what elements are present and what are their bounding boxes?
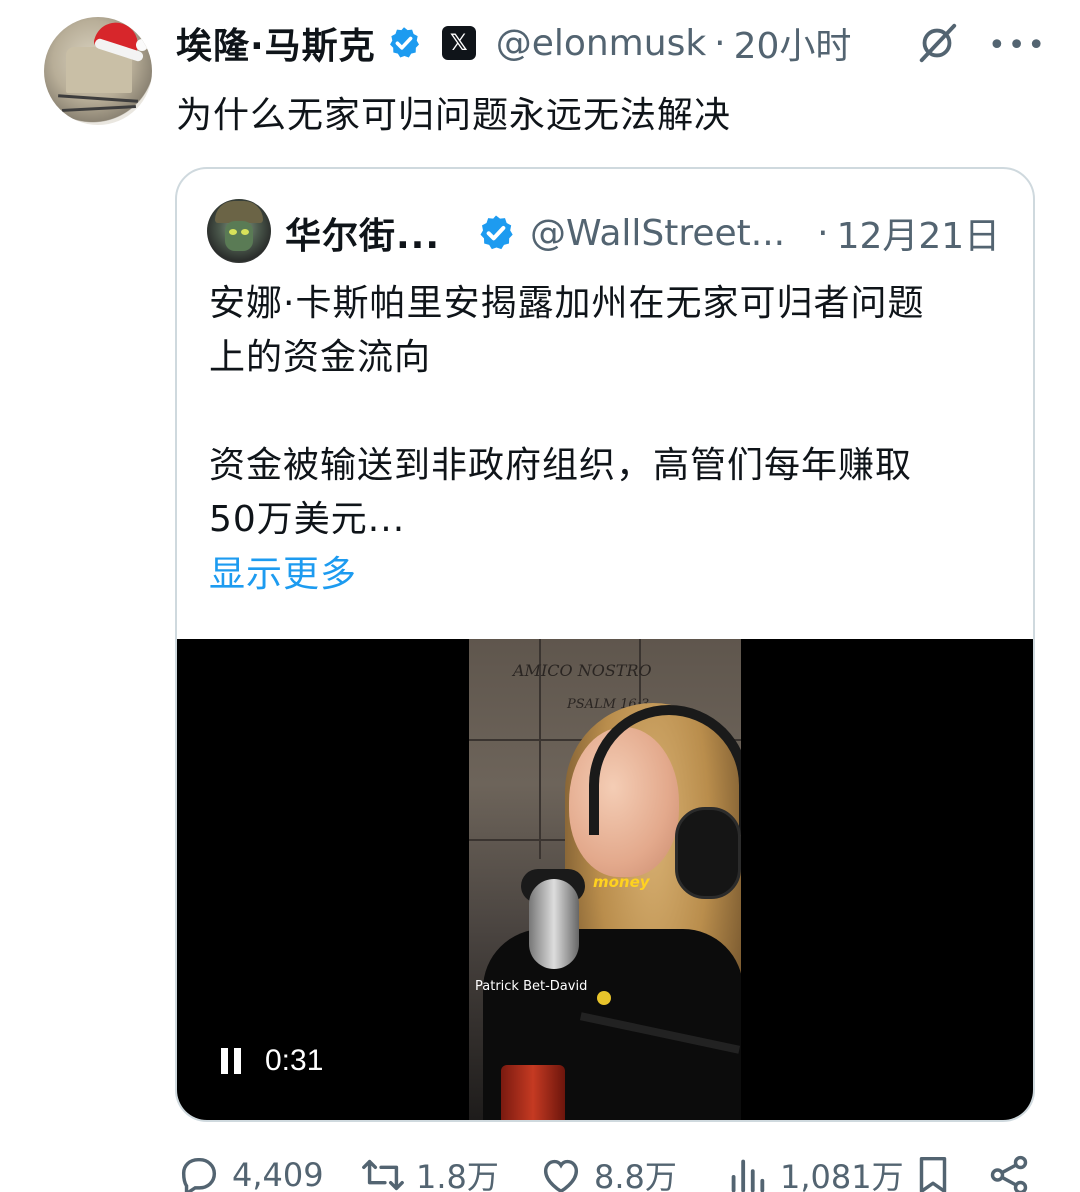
quoted-text-line: 安娜·卡斯帕里安揭露加州在无家可归者问题 <box>209 283 925 324</box>
video-player[interactable]: AMICO NOSTRO PSALM 16:3 money Patrick Be… <box>177 639 1033 1120</box>
author-avatar[interactable] <box>44 17 152 125</box>
share-button[interactable] <box>986 1152 1032 1192</box>
verified-badge-icon <box>480 215 513 250</box>
tweet-timestamp[interactable]: 20小时 <box>734 17 852 69</box>
show-more-link[interactable]: 显示更多 <box>209 545 357 597</box>
quoted-text-line: 上的资金流向 <box>209 337 432 378</box>
author-name[interactable]: 埃隆·马斯克 <box>176 17 376 69</box>
headphones-shape <box>675 807 741 899</box>
pause-icon[interactable] <box>221 1048 241 1074</box>
like-count: 8.8万 <box>594 1158 677 1192</box>
avatar-helmet-shape <box>215 201 263 223</box>
retweet-icon <box>362 1159 404 1191</box>
avatar-scribble <box>57 94 139 104</box>
avatar-eye-shape <box>241 229 249 235</box>
drink-can-shape <box>501 1065 565 1120</box>
avatar-scribble <box>61 105 137 113</box>
avatar-eye-shape <box>229 229 237 235</box>
quoted-text-line: 资金被输送到非政府组织，高管们每年赚取 <box>209 445 913 486</box>
reply-button[interactable]: 4,409 <box>176 1152 324 1192</box>
tweet-action-bar: 4,409 1.8万 8.8万 1,081万 <box>176 1152 1056 1192</box>
quoted-author-handle[interactable]: @WallStreet... <box>530 213 785 254</box>
views-button[interactable]: 1,081万 <box>724 1152 904 1192</box>
santa-hat-pom <box>136 39 148 51</box>
avatar-face-shape <box>225 221 253 251</box>
video-caption: money <box>593 873 650 891</box>
separator-dot: · <box>817 212 829 254</box>
quoted-author-name[interactable]: 华尔街... <box>285 207 440 259</box>
quoted-text-line: 50万美元... <box>209 499 406 540</box>
like-button[interactable]: 8.8万 <box>538 1152 677 1192</box>
author-handle[interactable]: @elonmusk <box>496 23 706 64</box>
bookmark-button[interactable] <box>910 1152 956 1192</box>
retweet-button[interactable]: 1.8万 <box>360 1152 499 1192</box>
quoted-author-avatar[interactable] <box>207 199 271 263</box>
share-icon <box>990 1155 1028 1192</box>
tweet-text: 为什么无家可归问题永远无法解决 <box>176 95 732 136</box>
video-duration: 0:31 <box>265 1044 324 1077</box>
video-frame: AMICO NOSTRO PSALM 16:3 money Patrick Be… <box>469 639 741 1120</box>
more-icon[interactable]: ••• <box>988 28 1047 63</box>
quoted-tweet-card[interactable]: 华尔街... @WallStreet... · 12月21日 安娜·卡斯帕里安揭… <box>175 167 1035 1122</box>
reply-count: 4,409 <box>232 1156 324 1192</box>
shirt-logo-shape <box>597 991 611 1005</box>
views-icon <box>731 1159 765 1192</box>
video-speaker-tag: Patrick Bet-David <box>475 979 588 994</box>
like-icon <box>543 1159 579 1192</box>
quoted-tweet-header: 华尔街... @WallStreet... · 12月21日 <box>285 205 1015 261</box>
reply-icon <box>181 1157 217 1192</box>
x-affiliation-icon: 𝕏 <box>441 26 476 60</box>
quoted-tweet-text: 安娜·卡斯帕里安揭露加州在无家可归者问题 上的资金流向 资金被输送到非政府组织，… <box>209 277 999 547</box>
microphone-shape <box>529 879 579 969</box>
separator-dot: · <box>714 22 726 64</box>
video-controls: 0:31 <box>221 1044 323 1078</box>
bookmark-icon <box>919 1156 947 1192</box>
retweet-count: 1.8万 <box>416 1158 499 1192</box>
grok-icon[interactable] <box>914 20 960 66</box>
quoted-tweet-date[interactable]: 12月21日 <box>837 207 1001 259</box>
tweet-header: 埃隆·马斯克 𝕏 @elonmusk · 20小时 ••• <box>176 18 1056 68</box>
views-count: 1,081万 <box>780 1158 904 1192</box>
verified-badge-icon <box>389 27 419 58</box>
video-sign-text: AMICO NOSTRO <box>513 661 652 680</box>
